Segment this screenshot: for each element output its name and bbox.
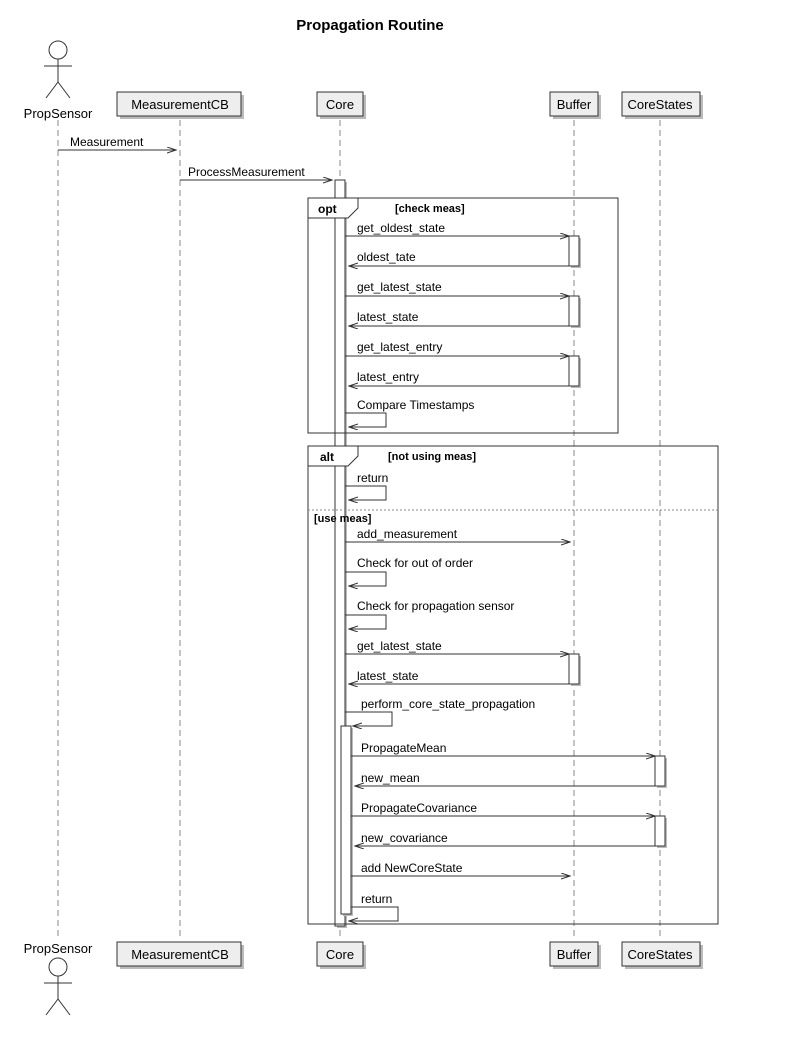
participant-corestates-top: CoreStates [622, 92, 703, 119]
participant-propsensor-bottom: PropSensor [24, 941, 93, 1015]
svg-text:CoreStates: CoreStates [627, 947, 693, 962]
activation-core-nested [341, 726, 351, 914]
activation-corestates-2 [655, 816, 665, 846]
svg-text:MeasurementCB: MeasurementCB [131, 947, 229, 962]
msg-get-latest-state-1-label: get_latest_state [357, 280, 442, 294]
svg-text:Core: Core [326, 947, 354, 962]
participant-core-label: Core [326, 97, 354, 112]
participant-corestates-bottom: CoreStates [622, 942, 703, 969]
msg-new-cov-label: new_covariance [361, 831, 448, 845]
fragment-opt-label: opt [318, 202, 337, 216]
activation-buffer-2 [569, 296, 579, 326]
participant-buffer-label: Buffer [557, 97, 592, 112]
msg-add-newcorestate-label: add NewCoreState [361, 861, 463, 875]
msg-compare-timestamps [345, 413, 386, 427]
msg-latest-entry-label: latest_entry [357, 370, 419, 384]
msg-check-propsensor [345, 615, 386, 629]
msg-add-measurement-label: add_measurement [357, 527, 458, 541]
participant-measurementcb-top: MeasurementCB [117, 92, 244, 119]
participant-core-top: Core [317, 92, 366, 119]
fragment-alt-guard1: [not using meas] [388, 451, 476, 463]
msg-check-propsensor-label: Check for propagation sensor [357, 599, 514, 613]
participant-corestates-label: CoreStates [627, 97, 693, 112]
msg-propagate-cov-label: PropagateCovariance [361, 801, 477, 815]
msg-latest-state-2-label: latest_state [357, 669, 419, 683]
msg-check-ooo-label: Check for out of order [357, 556, 473, 570]
msg-measurement-label: Measurement [70, 135, 144, 149]
participant-propsensor-label: PropSensor [24, 106, 93, 121]
msg-return-2 [349, 907, 398, 921]
participant-core-bottom: Core [317, 942, 366, 969]
msg-new-mean-label: new_mean [361, 771, 420, 785]
msg-return-1 [345, 486, 386, 500]
sequence-diagram: Propagation Routine PropSensor Measureme… [0, 0, 800, 1050]
activation-buffer-1 [569, 236, 579, 266]
fragment-alt-label: alt [320, 450, 334, 464]
participant-propsensor-top: PropSensor [24, 41, 93, 121]
fragment-opt-guard: [check meas] [395, 203, 465, 215]
svg-text:PropSensor: PropSensor [24, 941, 93, 956]
msg-compare-timestamps-label: Compare Timestamps [357, 398, 474, 412]
msg-get-latest-state-2-label: get_latest_state [357, 639, 442, 653]
msg-perform-prop [345, 712, 392, 726]
msg-processmeasurement-label: ProcessMeasurement [188, 165, 305, 179]
diagram-title: Propagation Routine [296, 17, 444, 34]
fragment-alt-guard2: [use meas] [314, 513, 372, 525]
msg-oldest-tate-label: oldest_tate [357, 250, 416, 264]
msg-check-ooo [345, 572, 386, 586]
msg-return-2-label: return [361, 892, 392, 906]
participant-buffer-bottom: Buffer [550, 942, 601, 969]
participant-measurementcb-label: MeasurementCB [131, 97, 229, 112]
participant-measurementcb-bottom: MeasurementCB [117, 942, 244, 969]
msg-get-oldest-state-label: get_oldest_state [357, 221, 445, 235]
activation-buffer-4 [569, 654, 579, 684]
svg-text:Buffer: Buffer [557, 947, 592, 962]
msg-return-1-label: return [357, 471, 388, 485]
participant-buffer-top: Buffer [550, 92, 601, 119]
msg-get-latest-entry-label: get_latest_entry [357, 340, 442, 354]
msg-latest-state-1-label: latest_state [357, 310, 419, 324]
msg-perform-prop-label: perform_core_state_propagation [361, 697, 535, 711]
msg-propagate-mean-label: PropagateMean [361, 741, 446, 755]
activation-corestates-1 [655, 756, 665, 786]
activation-buffer-3 [569, 356, 579, 386]
